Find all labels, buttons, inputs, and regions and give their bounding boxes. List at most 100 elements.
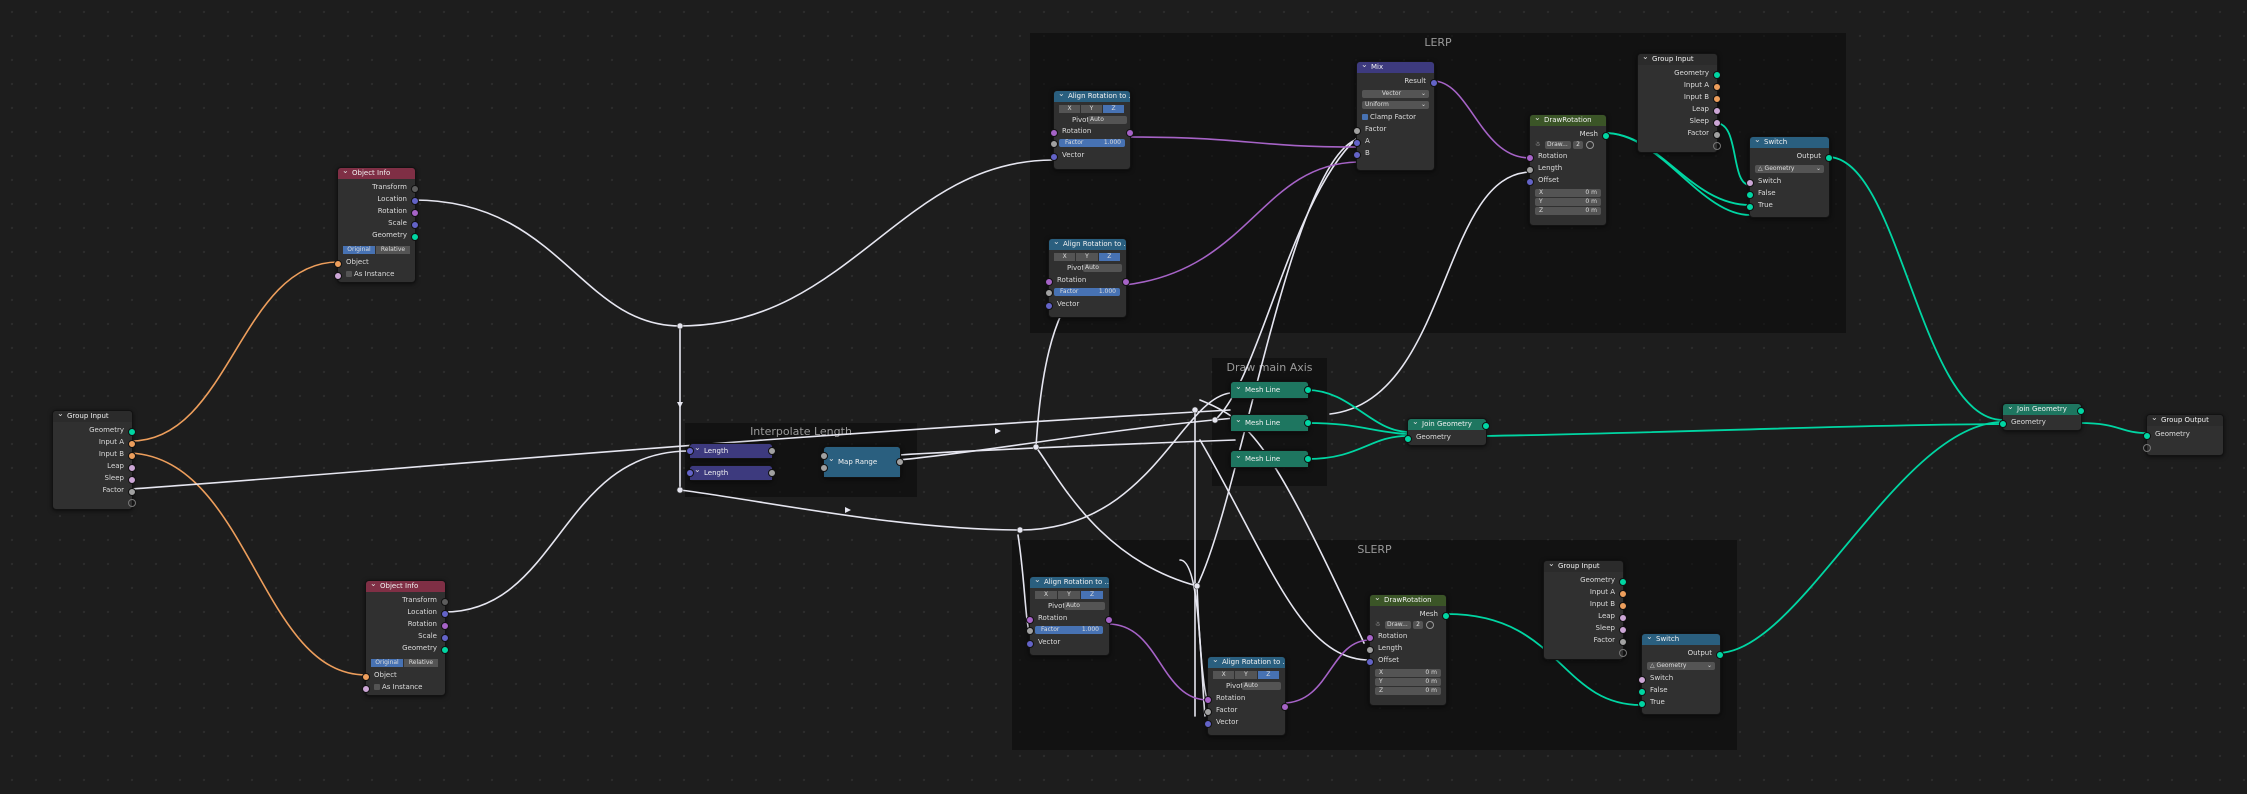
output-socket[interactable]: [1716, 651, 1724, 659]
mesh-line-node-c[interactable]: Mesh Line: [1230, 450, 1312, 468]
vector-input-socket[interactable]: [686, 447, 694, 455]
empty-socket[interactable]: [128, 499, 136, 507]
data-type-dropdown[interactable]: Vector ⌄: [1362, 90, 1429, 98]
length-socket[interactable]: [1526, 166, 1534, 174]
group-input-header[interactable]: Group Input: [53, 411, 132, 422]
object-socket[interactable]: [334, 260, 342, 268]
relative-button[interactable]: Relative: [404, 659, 438, 667]
geometry-output-socket[interactable]: [2077, 407, 2085, 415]
input-a-socket[interactable]: [1619, 590, 1627, 598]
node-group-selector[interactable]: ☃ Draw... 2: [1535, 141, 1601, 149]
geometry-socket[interactable]: [441, 646, 449, 654]
align-rotation-header[interactable]: Align Rotation to ...: [1049, 239, 1126, 250]
fake-user-icon[interactable]: [1426, 621, 1434, 629]
mesh-output-socket[interactable]: [1304, 419, 1312, 427]
node-group-selector[interactable]: ☃ Draw... 2: [1375, 621, 1441, 629]
sleep-socket[interactable]: [1713, 119, 1721, 127]
input-b-socket[interactable]: [1713, 95, 1721, 103]
as-instance-socket[interactable]: [362, 685, 370, 693]
length-header[interactable]: Length: [690, 444, 772, 458]
switch-node-slerp[interactable]: Switch Output △ Geometry ⌄ Switch False T…: [1638, 633, 1724, 715]
empty-socket[interactable]: [1713, 142, 1721, 150]
group-input-header[interactable]: Group Input: [1638, 54, 1717, 65]
rotation-output-socket[interactable]: [1126, 129, 1134, 137]
geometry-input-socket[interactable]: [1999, 420, 2007, 428]
relative-button[interactable]: Relative: [376, 246, 410, 254]
axis-x[interactable]: X: [1054, 253, 1076, 261]
pivot-dropdown[interactable]: Auto: [1064, 602, 1105, 610]
rotation-socket[interactable]: [1526, 154, 1534, 162]
fake-user-icon[interactable]: [1586, 141, 1594, 149]
align-rotation-node-a[interactable]: Align Rotation to ... XYZ Pivot Auto Rot…: [1050, 90, 1134, 170]
group-input-node-slerp[interactable]: Group Input Geometry Input A Input B Lea…: [1543, 560, 1627, 660]
input-b-socket[interactable]: [128, 452, 136, 460]
factor-socket[interactable]: [1619, 638, 1627, 646]
map-range-node[interactable]: Map Range: [820, 446, 904, 478]
vector-socket[interactable]: [1204, 720, 1212, 728]
value-input-socket[interactable]: [820, 452, 828, 460]
transform-socket[interactable]: [441, 598, 449, 606]
rotation-socket[interactable]: [1204, 696, 1212, 704]
rotation-socket[interactable]: [411, 209, 419, 217]
rotation-socket[interactable]: [1045, 278, 1053, 286]
true-socket[interactable]: [1746, 203, 1754, 211]
mesh-socket[interactable]: [1442, 612, 1450, 620]
factor-socket[interactable]: [1026, 627, 1034, 635]
mesh-socket[interactable]: [1602, 132, 1610, 140]
length-output-socket[interactable]: [768, 469, 776, 477]
geometry-input-socket[interactable]: [1404, 435, 1412, 443]
scale-socket[interactable]: [441, 634, 449, 642]
switch-node-lerp[interactable]: Switch Output △ Geometry ⌄ Switch False T…: [1746, 136, 1833, 218]
group-output-header[interactable]: Group Output: [2147, 415, 2223, 426]
factor-field[interactable]: Factor 1.000: [1035, 626, 1103, 634]
switch-type-dropdown[interactable]: △ Geometry ⌄: [1755, 165, 1824, 173]
mix-header[interactable]: Mix: [1357, 62, 1434, 73]
location-socket[interactable]: [441, 610, 449, 618]
geometry-output-socket[interactable]: [1482, 422, 1490, 430]
switch-header[interactable]: Switch: [1750, 137, 1829, 148]
clamp-factor-row[interactable]: Clamp Factor: [1362, 113, 1416, 121]
mesh-line-node-a[interactable]: Mesh Line: [1230, 381, 1312, 399]
rotation-socket[interactable]: [1050, 129, 1058, 137]
axis-x[interactable]: X: [1035, 591, 1057, 599]
as-instance-checkbox[interactable]: [346, 271, 352, 277]
map-range-header[interactable]: Map Range: [824, 447, 900, 477]
result-output-socket[interactable]: [896, 458, 904, 466]
factor-field[interactable]: Factor 1.000: [1054, 288, 1120, 296]
align-rotation-header[interactable]: Align Rotation to ...: [1208, 657, 1285, 668]
axis-y[interactable]: Y: [1076, 253, 1098, 261]
rotation-output-socket[interactable]: [1122, 278, 1130, 286]
switch-header[interactable]: Switch: [1642, 634, 1720, 645]
factor-field[interactable]: Factor 1.000: [1059, 139, 1125, 147]
mix-node[interactable]: Mix Result Vector ⌄ Uniform ⌄ Clamp Factor…: [1353, 61, 1438, 171]
length-output-socket[interactable]: [768, 447, 776, 455]
axis-y[interactable]: Y: [1081, 105, 1102, 113]
axis-z[interactable]: Z: [1098, 253, 1120, 261]
geometry-socket[interactable]: [1713, 71, 1721, 79]
join-geometry-header[interactable]: Join Geometry: [1408, 419, 1486, 430]
as-instance-checkbox[interactable]: [374, 684, 380, 690]
align-rotation-header[interactable]: Align Rotation to ...: [1030, 577, 1109, 588]
switch-type-dropdown[interactable]: △ Geometry ⌄: [1647, 662, 1715, 670]
pivot-dropdown[interactable]: Auto: [1083, 264, 1122, 272]
as-instance-row[interactable]: As Instance: [374, 683, 422, 691]
input-a-socket[interactable]: [128, 440, 136, 448]
geometry-socket[interactable]: [1619, 578, 1627, 586]
original-button[interactable]: Original: [343, 246, 375, 254]
draw-rotation-node-a[interactable]: DrawRotation Mesh ☃ Draw... 2 Rotation L…: [1526, 114, 1610, 226]
as-instance-row[interactable]: As Instance: [346, 270, 394, 278]
draw-rotation-header[interactable]: DrawRotation: [1530, 115, 1606, 126]
scale-socket[interactable]: [411, 221, 419, 229]
axis-selector[interactable]: XYZ: [1213, 671, 1280, 679]
offset-z-field[interactable]: Z 0 m: [1375, 687, 1441, 695]
original-button[interactable]: Original: [371, 659, 403, 667]
input-a-socket[interactable]: [1713, 83, 1721, 91]
location-socket[interactable]: [411, 197, 419, 205]
axis-x[interactable]: X: [1213, 671, 1235, 679]
input-b-socket[interactable]: [1619, 602, 1627, 610]
empty-socket[interactable]: [2143, 444, 2151, 452]
vector-socket[interactable]: [1045, 302, 1053, 310]
factor-socket[interactable]: [1353, 127, 1361, 135]
object-socket[interactable]: [362, 673, 370, 681]
offset-x-field[interactable]: X 0 m: [1535, 189, 1601, 197]
